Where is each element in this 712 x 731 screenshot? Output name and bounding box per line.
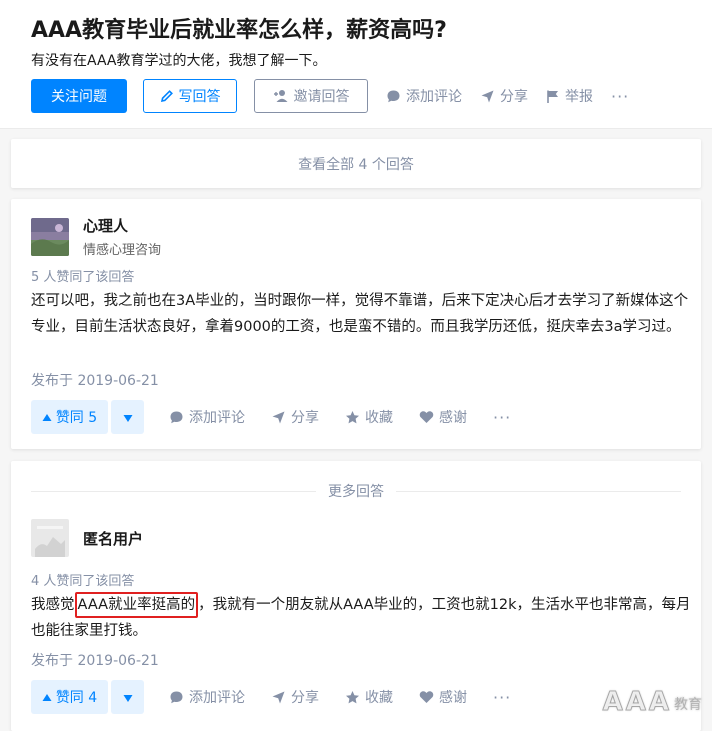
answer-author: 心理人 情感心理咨询 [31, 215, 161, 258]
downvote-button[interactable] [111, 400, 144, 434]
add-comment-button[interactable]: 添加评论 [169, 407, 245, 427]
upvote-button[interactable]: 赞同 5 [31, 400, 108, 434]
answer-content: 还可以吧，我之前也在3A毕业的，当时跟你一样，觉得不靠谱，后来下定决心后才去学习… [31, 293, 689, 335]
more-options-button[interactable]: ··· [611, 87, 629, 106]
question-actions: 关注问题 写回答 邀请回答 添加评论 分享 举报 ··· [31, 79, 629, 113]
upvote-label: 赞同 5 [55, 410, 98, 426]
share-label: 分享 [291, 690, 319, 706]
highlighted-text: AAA就业率挺高的 [74, 592, 199, 618]
share-label: 分享 [500, 89, 528, 105]
watermark-sub: 教育 [674, 697, 702, 713]
answer-actions: 赞同 5 添加评论 分享 收藏 感谢 ··· [31, 400, 511, 434]
flag-icon [546, 89, 560, 104]
write-answer-button[interactable]: 写回答 [143, 79, 237, 113]
heart-icon [419, 690, 434, 704]
publish-date[interactable]: 发布于 2019-06-21 [31, 370, 159, 390]
more-options-button[interactable]: ··· [493, 688, 511, 707]
add-comment-button[interactable]: 添加评论 [169, 687, 245, 707]
add-comment-label: 添加评论 [189, 690, 245, 706]
watermark-main: AAA [602, 687, 672, 718]
avatar[interactable] [31, 217, 69, 256]
answer-content: 我感觉 AAA就业率挺高的 ，我就有一个朋友就从AAA毕业的，工资也就12k，生活水… [31, 592, 691, 644]
author-name: 匿名用户 [83, 529, 144, 548]
author-name[interactable]: 心理人 [83, 215, 161, 236]
comment-icon [169, 690, 184, 705]
view-all-answers[interactable]: 查看全部 4 个回答 [11, 139, 701, 188]
answer-card: 心理人 情感心理咨询 5 人赞同了该回答 还可以吧，我之前也在3A毕业的，当时跟… [11, 199, 701, 449]
thanks-label: 感谢 [439, 690, 467, 706]
share-icon [480, 89, 495, 104]
triangle-down-icon [123, 408, 133, 427]
invite-answer-button[interactable]: 邀请回答 [254, 79, 368, 113]
collect-button[interactable]: 收藏 [345, 687, 393, 707]
share-button[interactable]: 分享 [271, 407, 319, 427]
share-button[interactable]: 分享 [271, 687, 319, 707]
answer-content-before: 我感觉 [31, 597, 75, 613]
share-icon [271, 690, 286, 705]
triangle-up-icon [42, 693, 52, 702]
watermark-logo: AAA 教育 [602, 687, 702, 718]
answer-card: 更多回答 匿名用户 4 人赞同了该回答 我感觉 AAA就业率挺高的 ，我就有一个朋友… [11, 461, 701, 731]
downvote-button[interactable] [111, 680, 144, 714]
share-label: 分享 [291, 410, 319, 426]
comment-icon [386, 89, 401, 104]
invite-answer-label: 邀请回答 [293, 89, 350, 105]
collect-label: 收藏 [365, 410, 393, 426]
vote-count-text[interactable]: 5 人赞同了该回答 [31, 266, 134, 285]
add-comment-button[interactable]: 添加评论 [386, 86, 462, 106]
share-icon [271, 410, 286, 425]
answer-actions: 赞同 4 添加评论 分享 收藏 感谢 ··· [31, 680, 511, 714]
star-icon [345, 410, 360, 425]
upvote-button[interactable]: 赞同 4 [31, 680, 108, 714]
add-comment-label: 添加评论 [189, 410, 245, 426]
pencil-icon [160, 89, 174, 103]
answer-author: 匿名用户 [31, 519, 143, 557]
more-answers-label: 更多回答 [328, 484, 384, 500]
thanks-button[interactable]: 感谢 [419, 407, 467, 427]
comment-icon [169, 410, 184, 425]
triangle-down-icon [123, 688, 133, 707]
view-all-answers-label: 查看全部 4 个回答 [298, 156, 414, 173]
question-title: AAA教育毕业后就业率怎么样，薪资高吗? [31, 18, 447, 43]
report-button[interactable]: 举报 [546, 86, 593, 106]
add-user-icon [273, 89, 289, 103]
write-answer-label: 写回答 [178, 89, 221, 105]
star-icon [345, 690, 360, 705]
collect-label: 收藏 [365, 690, 393, 706]
heart-icon [419, 410, 434, 424]
vote-count-text[interactable]: 4 人赞同了该回答 [31, 570, 134, 589]
more-options-button[interactable]: ··· [493, 408, 511, 427]
question-header: AAA教育毕业后就业率怎么样，薪资高吗? 有没有在AAA教育学过的大佬，我想了解… [0, 0, 712, 129]
report-label: 举报 [565, 89, 593, 105]
avatar [31, 519, 69, 557]
thanks-button[interactable]: 感谢 [419, 687, 467, 707]
triangle-up-icon [42, 413, 52, 422]
thanks-label: 感谢 [439, 410, 467, 426]
author-headline: 情感心理咨询 [83, 243, 162, 258]
question-detail: 有没有在AAA教育学过的大佬，我想了解一下。 [31, 53, 327, 69]
collect-button[interactable]: 收藏 [345, 407, 393, 427]
follow-question-button[interactable]: 关注问题 [31, 79, 127, 113]
share-button[interactable]: 分享 [480, 86, 528, 106]
more-answers-divider: 更多回答 [31, 481, 681, 501]
add-comment-label: 添加评论 [406, 89, 462, 105]
upvote-label: 赞同 4 [55, 690, 98, 706]
publish-date[interactable]: 发布于 2019-06-21 [31, 650, 159, 670]
